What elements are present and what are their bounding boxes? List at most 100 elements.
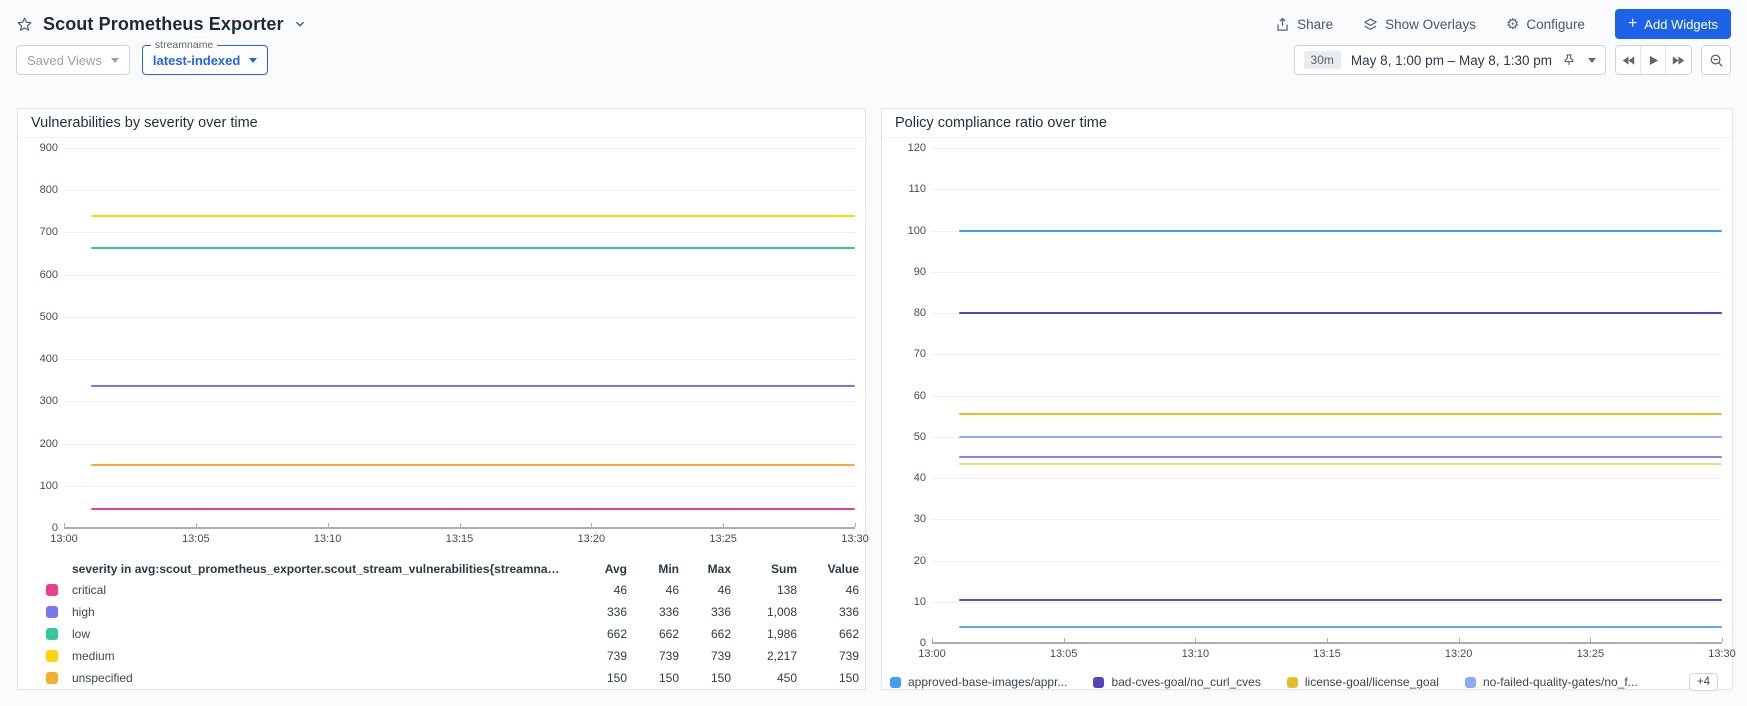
add-widgets-button[interactable]: + Add Widgets [1614, 9, 1731, 39]
plus-icon: + [1627, 14, 1638, 32]
chart-plot-area[interactable]: 0 10 20 30 40 50 60 70 80 90 100 110 120 [908, 142, 1723, 649]
legend-value-cell: 150 [710, 671, 731, 685]
chevron-down-icon [1588, 57, 1596, 63]
x-axis-tick: 13:30 [1708, 648, 1736, 660]
chart-plot-area[interactable]: 0 100 200 300 400 500 600 700 800 900 [40, 142, 856, 534]
streamname-filter-dropdown[interactable]: streamname latest-indexed [141, 39, 269, 75]
title-chevron-down-icon[interactable] [294, 18, 306, 30]
y-axis-tick: 110 [908, 183, 926, 196]
legend-item-approved-base-images/appr...[interactable]: approved-base-images/appr... [890, 675, 1067, 689]
series-line-unspecified [90, 463, 855, 466]
legend-swatch [46, 606, 58, 618]
panel-title: Policy compliance ratio over time [882, 109, 1732, 138]
legend-swatch [46, 628, 58, 640]
zoom-out-icon [1709, 53, 1724, 68]
panel-title: Vulnerabilities by severity over time [18, 109, 865, 138]
x-axis-tick: 13:05 [1049, 648, 1078, 660]
chevron-down-icon [249, 57, 258, 63]
legend-more-button[interactable]: +4 [1688, 673, 1718, 691]
y-axis-tick: 60 [913, 389, 926, 402]
legend-value-cell: 2,217 [766, 649, 797, 663]
series-line-critical [90, 507, 855, 510]
y-axis-tick: 300 [39, 395, 58, 408]
gridline [64, 443, 855, 445]
pin-icon[interactable] [1562, 53, 1576, 67]
legend-swatch [1464, 676, 1476, 688]
saved-views-dropdown[interactable]: Saved Views [16, 45, 130, 75]
legend-swatch [1093, 676, 1105, 688]
overlays-layers-icon [1363, 17, 1378, 32]
legend-swatch [46, 672, 58, 684]
x-axis-tick-mark [723, 523, 725, 527]
gridline [932, 519, 1722, 521]
legend-value-cell: 662 [606, 627, 627, 641]
y-axis-tick: 700 [39, 226, 58, 239]
legend-item-license-goal/license_goal[interactable]: license-goal/license_goal [1286, 675, 1439, 689]
legend-row-low[interactable]: low 662 662 662 1,986 662 [46, 623, 859, 645]
legend-series-name: high [72, 605, 95, 619]
zoom-out-button[interactable] [1701, 45, 1731, 75]
legend-table-header-row: severity in avg:scout_prometheus_exporte… [46, 559, 859, 579]
share-button[interactable]: Share [1275, 17, 1333, 32]
legend-item-no-failed-quality-gates/no_f...[interactable]: no-failed-quality-gates/no_f... [1464, 675, 1638, 689]
legend-series-name: low [72, 627, 91, 641]
x-axis-tick-mark [1722, 638, 1723, 642]
legend-item-bad-cves-goal/no_curl_cves[interactable]: bad-cves-goal/no_curl_cves [1093, 675, 1261, 689]
legend-value-cell: 739 [658, 649, 679, 663]
y-axis-tick: 400 [39, 353, 58, 366]
x-axis-tick-mark [195, 523, 197, 527]
x-axis [64, 523, 856, 529]
gridline [64, 316, 855, 318]
x-axis-tick: 13:30 [841, 533, 869, 545]
show-overlays-button[interactable]: Show Overlays [1363, 17, 1476, 32]
x-axis-tick-mark [1458, 638, 1460, 642]
x-axis-tick-mark [327, 523, 329, 527]
add-widgets-label: Add Widgets [1644, 16, 1718, 32]
legend-series-name: medium [72, 649, 115, 663]
legend-row-medium[interactable]: medium 739 739 739 2,217 739 [46, 645, 859, 667]
time-play-button[interactable] [1641, 46, 1666, 74]
y-axis-tick: 40 [913, 472, 926, 484]
legend-row-critical[interactable]: critical 46 46 46 138 46 [46, 579, 859, 601]
legend-column-header: Value [827, 562, 859, 576]
y-axis-tick: 70 [913, 348, 926, 361]
x-axis-tick-mark [1195, 638, 1197, 642]
y-axis-tick: 90 [913, 265, 926, 278]
time-forward-button[interactable] [1666, 46, 1691, 74]
configure-button[interactable]: ⚙ Configure [1506, 17, 1585, 32]
legend-series-name: license-goal/license_goal [1304, 675, 1439, 689]
legend-value-cell: 150 [838, 671, 859, 685]
x-axis-tick-mark [459, 523, 461, 527]
gridline [932, 601, 1722, 603]
gridline [64, 359, 855, 361]
x-axis-tick-mark [64, 523, 65, 527]
legend-value-cell: 336 [658, 605, 679, 619]
gridline [932, 148, 1722, 149]
time-range-picker[interactable]: 30m May 8, 1:00 pm – May 8, 1:30 pm [1293, 45, 1606, 75]
series-line-unlisted [958, 462, 1722, 465]
gridline [932, 271, 1722, 273]
x-axis-labels: 13:00 13:05 13:10 13:15 13:20 13:25 13:30 [918, 648, 1736, 664]
legend-series-name: approved-base-images/appr... [908, 675, 1068, 689]
time-nav-group [1615, 45, 1692, 75]
legend-swatch [46, 584, 58, 596]
page-title: Scout Prometheus Exporter [43, 13, 284, 34]
legend-row-high[interactable]: high 336 336 336 1,008 336 [46, 601, 859, 623]
legend-value-cell: 336 [710, 605, 731, 619]
legend-row-unspecified[interactable]: unspecified 150 150 150 450 150 [46, 667, 859, 689]
series-line-approved-base-images/appr... [958, 229, 1722, 232]
x-axis-tick: 13:15 [1313, 648, 1341, 660]
series-line-bad-cves-goal/no_curl_cves [958, 312, 1722, 314]
legend-swatch [890, 676, 901, 688]
gridline [64, 232, 855, 234]
time-range-text: May 8, 1:00 pm – May 8, 1:30 pm [1350, 52, 1552, 68]
share-icon [1275, 17, 1290, 32]
legend-value-cell: 739 [710, 649, 731, 663]
favorite-star-icon[interactable] [16, 16, 33, 33]
time-backward-button[interactable] [1616, 46, 1641, 74]
legend-value-cell: 739 [838, 649, 859, 663]
panel-vulnerabilities-by-severity: Vulnerabilities by severity over time 01… [17, 108, 869, 690]
series-line-no-failed-quality-gates/no_f... [958, 435, 1722, 438]
series-line-low [90, 247, 855, 250]
time-controls: 30m May 8, 1:00 pm – May 8, 1:30 pm [1293, 45, 1731, 75]
